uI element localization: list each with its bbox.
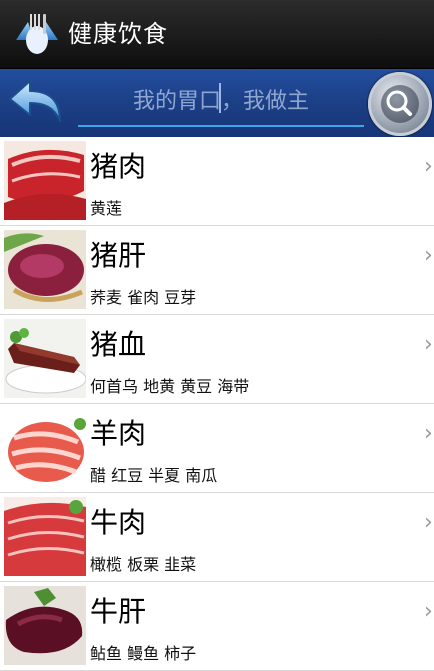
beef-liver-image xyxy=(4,586,86,665)
search-icon xyxy=(386,90,412,116)
app-title: 健康饮食 xyxy=(68,20,168,48)
food-name: 猪血 xyxy=(90,328,147,361)
food-list: 猪肉 黄莲 › 猪肝 荞麦 雀肉 豆芽 › 猪血 何首乌 地黄 黄豆 海带 › xyxy=(0,137,434,671)
back-arrow-icon[interactable] xyxy=(6,77,64,127)
list-item[interactable]: 猪血 何首乌 地黄 黄豆 海带 › xyxy=(0,315,434,404)
food-desc: 橄榄 板栗 韭菜 xyxy=(90,555,197,574)
chevron-right-icon: › xyxy=(424,510,433,535)
pork-blood-image xyxy=(4,319,86,398)
chevron-right-icon: › xyxy=(424,599,433,624)
search-bar xyxy=(0,69,434,137)
chevron-right-icon: › xyxy=(424,421,433,446)
text-cursor xyxy=(219,83,221,113)
food-name: 羊肉 xyxy=(90,417,147,450)
chevron-right-icon: › xyxy=(424,154,433,179)
food-name: 猪肉 xyxy=(90,150,147,183)
food-name: 猪肝 xyxy=(90,239,147,272)
list-item[interactable]: 牛肝 鲇鱼 鳗鱼 柿子 › xyxy=(0,582,434,671)
list-item[interactable]: 羊肉 醋 红豆 半夏 南瓜 › xyxy=(0,404,434,493)
food-desc: 荞麦 雀肉 豆芽 xyxy=(90,288,197,307)
search-input[interactable] xyxy=(78,77,364,127)
list-item[interactable]: 牛肉 橄榄 板栗 韭菜 › xyxy=(0,493,434,582)
food-name: 牛肉 xyxy=(90,506,147,539)
food-desc: 何首乌 地黄 黄豆 海带 xyxy=(90,377,250,396)
chevron-right-icon: › xyxy=(424,332,433,357)
title-bar: 健康饮食 xyxy=(0,0,434,69)
food-desc: 黄莲 xyxy=(90,199,123,218)
mutton-image xyxy=(4,408,86,487)
food-desc: 醋 红豆 半夏 南瓜 xyxy=(90,466,218,485)
beef-image xyxy=(4,497,86,576)
pork-image xyxy=(4,141,86,220)
food-desc: 鲇鱼 鳗鱼 柿子 xyxy=(90,644,197,663)
search-button[interactable] xyxy=(368,72,432,136)
pork-liver-image xyxy=(4,230,86,309)
list-item[interactable]: 猪肝 荞麦 雀肉 豆芽 › xyxy=(0,226,434,315)
chevron-right-icon: › xyxy=(424,243,433,268)
food-name: 牛肝 xyxy=(90,595,147,628)
list-item[interactable]: 猪肉 黄莲 › xyxy=(0,137,434,226)
tableware-icon xyxy=(16,14,58,54)
